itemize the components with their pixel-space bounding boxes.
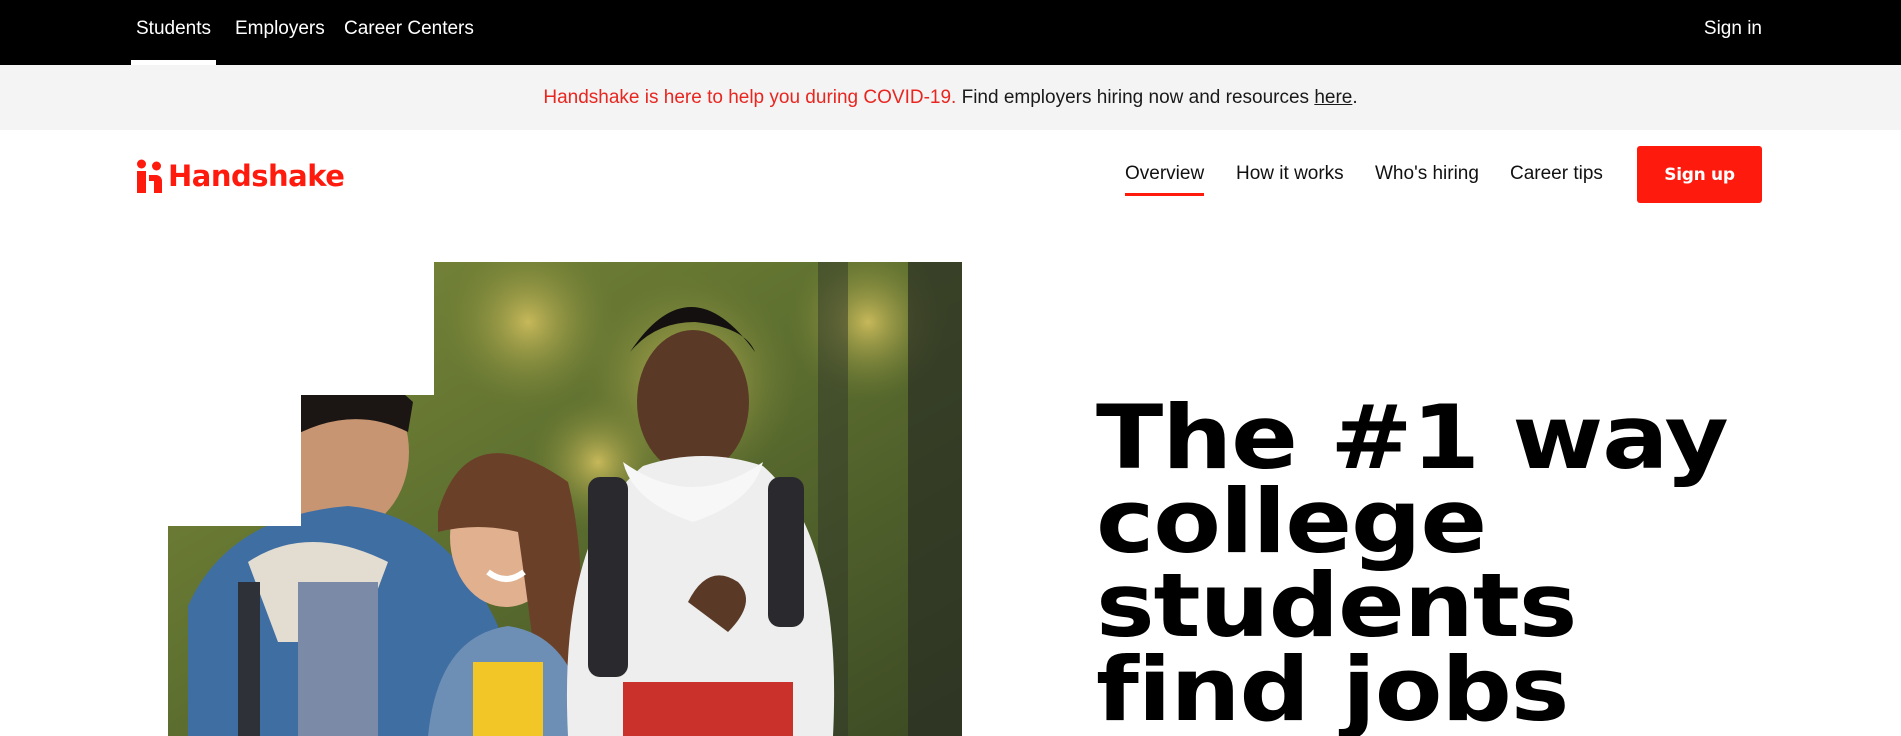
main-nav: Handshake Overview How it works Who's hi… — [0, 130, 1901, 218]
sign-in-link[interactable]: Sign in — [1704, 0, 1762, 65]
nav-career-tips[interactable]: Career tips — [1510, 162, 1603, 186]
nav-whos-hiring[interactable]: Who's hiring — [1375, 162, 1479, 186]
headline-line: students — [1096, 554, 1577, 657]
headline-line: find jobs — [1096, 638, 1569, 736]
banner-alert-text: Handshake is here to help you during COV… — [543, 87, 957, 108]
handshake-people-icon — [137, 159, 162, 193]
logo-wordmark: Handshake — [168, 159, 345, 193]
banner-end-text: . — [1352, 87, 1358, 108]
handshake-logo[interactable]: Handshake — [136, 158, 345, 194]
nav-overview[interactable]: Overview — [1125, 162, 1205, 196]
sign-up-button[interactable]: Sign up — [1637, 146, 1762, 203]
banner-body-text: Find employers hiring now and resources — [956, 87, 1315, 108]
photo-corner-cutout — [168, 395, 301, 526]
hero-headline: The #1 way college students find jobs — [1096, 394, 1796, 734]
covid-banner: Handshake is here to help you during COV… — [0, 65, 1901, 130]
tab-career-centers[interactable]: Career Centers — [344, 0, 474, 65]
banner-resources-link[interactable]: here — [1314, 87, 1352, 108]
headline-line: The #1 way — [1096, 386, 1729, 489]
audience-bar: Students Employers Career Centers Sign i… — [0, 0, 1901, 65]
headline-line: college — [1096, 470, 1487, 573]
photo-corner-cutout — [168, 262, 434, 395]
tab-students[interactable]: Students — [131, 0, 216, 65]
nav-how-it-works[interactable]: How it works — [1236, 162, 1344, 186]
tab-employers[interactable]: Employers — [235, 0, 325, 65]
